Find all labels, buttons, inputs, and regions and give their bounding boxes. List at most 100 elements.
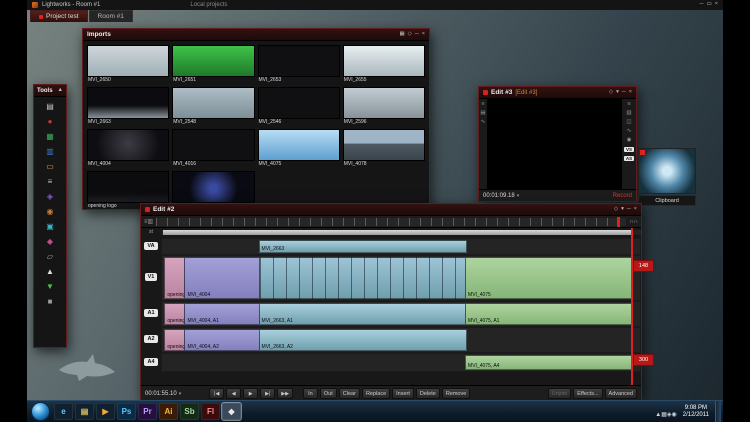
clipboard-tile[interactable]: Clipboard [638, 148, 696, 206]
playhead-top[interactable] [617, 217, 620, 227]
import-clip[interactable]: MVI_4075 [258, 129, 340, 168]
tool-button[interactable]: ▤ [40, 99, 60, 114]
track-lane[interactable]: MVI_4075, A4 [161, 353, 641, 372]
tray-icon[interactable]: ◉ [672, 412, 677, 418]
tool-icon[interactable]: ◉ [627, 137, 632, 143]
app-window-control[interactable]: × [715, 2, 718, 8]
track-lane[interactable]: openingMVI_4004, A1MVI_2663, A1MVI_4075,… [161, 301, 641, 327]
timeline-marker[interactable]: 300 [633, 354, 654, 366]
tool-button[interactable]: ◉ [40, 204, 60, 219]
tool-button[interactable]: ● [40, 114, 60, 129]
timecode-caret-icon[interactable]: ▾ [517, 193, 520, 199]
edit-button[interactable]: In [303, 388, 318, 399]
tool-icon[interactable]: ≡ [481, 101, 484, 107]
timeline-timecode[interactable]: 00:01:55.10 [145, 391, 177, 397]
track-lane[interactable]: openingMVI_4004 MVI_4075 [161, 255, 641, 301]
window-control[interactable]: ◇ [614, 207, 618, 213]
track-header[interactable]: A2 [141, 327, 161, 351]
sync-track-lane[interactable] [161, 230, 641, 235]
timeline-clip[interactable]: MVI_4075, A4 [465, 355, 632, 370]
import-clip[interactable]: MVI_2653 [258, 45, 340, 84]
taskbar-premiere-icon[interactable]: Pr [138, 403, 157, 420]
tool-button[interactable]: ▥ [40, 144, 60, 159]
import-clip[interactable]: MVI_2663 [87, 87, 169, 126]
timeline-clip[interactable]: MVI_4004 [184, 257, 260, 299]
tool-button[interactable]: ▭ [40, 159, 60, 174]
timeline-clip[interactable]: opening [164, 257, 185, 299]
timeline-ruler[interactable] [156, 218, 626, 226]
import-clip[interactable]: MVI_2546 [258, 87, 340, 126]
tool-button[interactable]: ▱ [40, 249, 60, 264]
window-control[interactable]: ─ [622, 90, 626, 96]
window-control[interactable]: ─ [415, 32, 419, 38]
toolbar-icon[interactable]: ▥ [148, 219, 154, 225]
action-button[interactable]: Effects... [573, 388, 602, 399]
tool-button[interactable]: ▼ [40, 279, 60, 294]
taskbar-soundbooth-icon[interactable]: Sb [180, 403, 199, 420]
timeline-clip[interactable]: MVI_4004, A1 [184, 303, 260, 325]
tool-icon[interactable]: ∿ [627, 128, 632, 134]
timeline-titlebar[interactable]: Edit #2 ◇▾─× [141, 204, 641, 216]
timeline-clip[interactable]: MVI_2663, A1 [259, 303, 467, 325]
clock[interactable]: 9:08 PM 2/12/2011 [680, 405, 712, 419]
taskbar-illustrator-icon[interactable]: Ai [159, 403, 178, 420]
edit-button[interactable]: Replace [362, 388, 390, 399]
tab-room-1[interactable]: Room #1 [89, 10, 133, 22]
taskbar-ie-icon[interactable]: e [54, 403, 73, 420]
tool-button[interactable]: ≡ [40, 174, 60, 189]
edit3-titlebar[interactable]: Edit #3 [Edit #3] ◇▾─× [479, 87, 636, 99]
timeline-clip[interactable]: MVI_2663, A2 [259, 329, 467, 351]
track-lane[interactable]: MVI_2663 [161, 238, 641, 255]
start-button[interactable] [31, 402, 50, 421]
tab-project-test[interactable]: Project test [30, 10, 88, 22]
import-clip[interactable]: MVI_4004 [87, 129, 169, 168]
edit3-viewer[interactable] [487, 99, 621, 189]
track-header[interactable]: A4 [141, 353, 161, 370]
import-clip[interactable]: MVI_2651 [172, 45, 254, 84]
edit-button[interactable]: Remove [442, 388, 470, 399]
import-clip[interactable]: MVI_2650 [87, 45, 169, 84]
tool-icon[interactable]: ∿ [481, 119, 486, 125]
edit-button[interactable]: Clear [339, 388, 360, 399]
track-header[interactable]: V1 [141, 255, 161, 299]
window-control[interactable]: ─ [627, 207, 631, 213]
record-label[interactable]: Record [613, 193, 632, 199]
taskbar-media-player-icon[interactable]: ▶ [96, 403, 115, 420]
timeline-marker[interactable]: 148 [633, 260, 654, 272]
tool-icon[interactable]: ◫ [626, 119, 631, 125]
timeline-clip[interactable]: opening [164, 329, 185, 351]
clipboard-thumbnail[interactable] [638, 148, 696, 194]
window-control[interactable]: ◇ [609, 90, 613, 96]
action-button[interactable]: Advanced [605, 388, 637, 399]
window-control[interactable]: ▾ [621, 207, 624, 213]
import-clip[interactable]: MVI_4016 [172, 129, 254, 168]
window-control[interactable]: ◇ [408, 32, 412, 38]
track-header[interactable]: VA [141, 238, 161, 253]
action-button[interactable]: Unjoin [548, 388, 572, 399]
track-header[interactable]: A1 [141, 301, 161, 325]
edit-button[interactable]: Out [320, 388, 337, 399]
timeline-clip[interactable]: MVI_4004, A2 [184, 329, 260, 351]
import-clip[interactable]: MVI_4078 [343, 129, 425, 168]
timeline-clip[interactable]: MVI_4075 [465, 257, 632, 299]
tools-titlebar[interactable]: Tools ▲ [34, 85, 66, 97]
collapse-icon[interactable]: ▲ [58, 88, 63, 94]
tool-button[interactable]: ▲ [40, 264, 60, 279]
window-control[interactable]: × [629, 90, 632, 96]
timecode-caret-icon[interactable]: ▾ [179, 391, 182, 397]
transport-button[interactable]: ◀ [226, 388, 241, 399]
imports-titlebar[interactable]: Imports ▦◇─× [83, 29, 429, 41]
timeline-clip[interactable]: MVI_4075, A1 [465, 303, 632, 325]
app-window-control[interactable]: ─ [700, 2, 704, 8]
import-clip[interactable]: MVI_2596 [343, 87, 425, 126]
show-desktop-button[interactable] [715, 401, 721, 422]
tool-icon[interactable]: ≡ [627, 101, 630, 107]
timeline-clip[interactable]: opening [164, 303, 185, 325]
window-control[interactable]: ▦ [399, 32, 404, 38]
window-control[interactable]: × [634, 207, 637, 213]
edit-button[interactable]: Insert [392, 388, 414, 399]
tool-button[interactable]: ■ [40, 294, 60, 309]
tool-icon[interactable]: ▥ [626, 110, 631, 116]
transport-button[interactable]: ▶| [260, 388, 275, 399]
import-clip[interactable]: MVI_2548 [172, 87, 254, 126]
